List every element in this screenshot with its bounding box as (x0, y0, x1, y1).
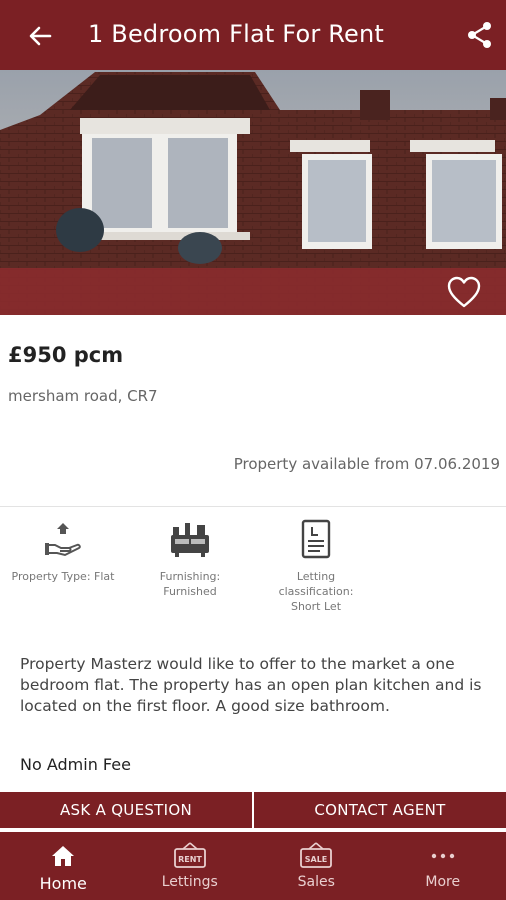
home-icon (50, 842, 76, 870)
rent-sign-icon: RENT (173, 842, 207, 870)
feature-letting-classification: Letting classification: Short Let (264, 517, 368, 614)
nav-label: Lettings (161, 874, 218, 890)
more-dots-icon (430, 842, 456, 870)
feature-furnishing: Furnishing: Furnished (142, 517, 238, 599)
divider (0, 506, 506, 507)
nav-item-lettings[interactable]: RENT Lettings (127, 832, 254, 900)
feature-label: Property Type: Flat (11, 570, 115, 583)
sale-sign-icon: SALE (299, 842, 333, 870)
feature-property-type: Property Type: Flat (4, 517, 122, 584)
furniture-icon (142, 517, 238, 561)
property-photo[interactable] (0, 70, 506, 315)
nav-item-home[interactable]: Home (0, 832, 127, 900)
admin-fee-note: No Admin Fee (20, 755, 131, 774)
feature-label: Furnishing: Furnished (159, 570, 221, 598)
favorite-heart-icon[interactable] (446, 275, 482, 309)
contact-agent-button[interactable]: CONTACT AGENT (254, 792, 506, 828)
app-bar: 1 Bedroom Flat For Rent (0, 0, 506, 70)
nav-item-more[interactable]: More (380, 832, 506, 900)
nav-label: Sales (297, 874, 335, 890)
page-title: 1 Bedroom Flat For Rent (88, 20, 385, 48)
bottom-nav: Home RENT Lettings SALE Sales More (0, 832, 506, 900)
address: mersham road, CR7 (8, 387, 158, 405)
back-arrow-icon[interactable] (26, 22, 54, 50)
availability-date: Property available from 07.06.2019 (233, 455, 500, 473)
nav-label: More (425, 874, 461, 890)
svg-text:SALE: SALE (305, 855, 328, 864)
hand-house-icon (4, 517, 122, 561)
action-bar: ASK A QUESTION CONTACT AGENT (0, 792, 506, 828)
feature-label: Letting classification: Short Let (278, 570, 354, 613)
nav-label: Home (39, 874, 87, 893)
share-icon[interactable] (466, 20, 494, 50)
property-description: Property Masterz would like to offer to … (20, 655, 482, 715)
ask-question-button[interactable]: ASK A QUESTION (0, 792, 252, 828)
document-icon (264, 517, 368, 561)
nav-item-sales[interactable]: SALE Sales (253, 832, 380, 900)
svg-text:RENT: RENT (178, 855, 202, 864)
price: £950 pcm (8, 343, 124, 367)
